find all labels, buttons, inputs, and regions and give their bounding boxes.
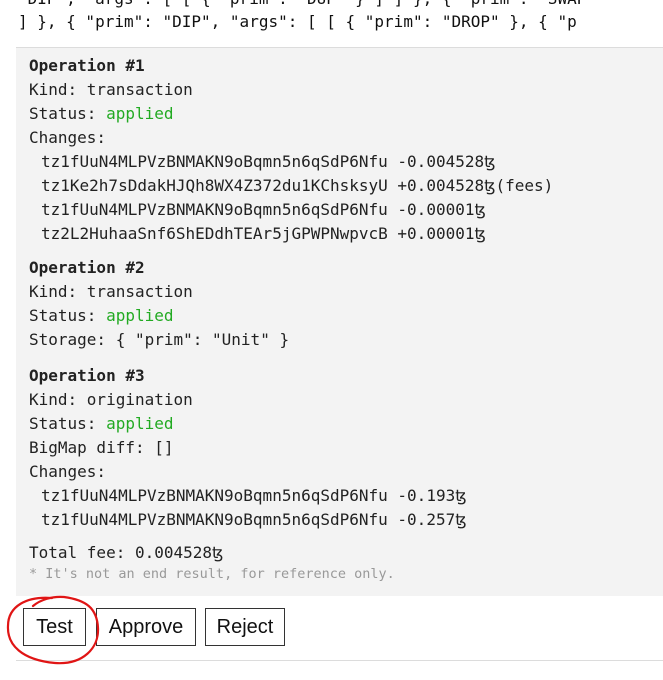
operations-panel: Operation #1 Kind: transaction Status: a… — [16, 47, 663, 596]
storage-value: Storage: { "prim": "Unit" } — [29, 330, 290, 349]
operation-2: Operation #2 Kind: transaction Status: a… — [29, 256, 289, 352]
status-value: applied — [106, 414, 174, 433]
total-fee: Total fee: 0.004528ꜩ — [29, 543, 224, 562]
operation-kind: Kind: transaction — [29, 80, 193, 99]
operation-title: Operation #3 — [29, 366, 145, 385]
status-value: applied — [106, 104, 174, 123]
balance-change: tz1Ke2h7sDdakHJQh8WX4Z372du1KChsksyU +0.… — [41, 176, 554, 195]
operation-title: Operation #1 — [29, 56, 145, 75]
status-value: applied — [106, 306, 174, 325]
approve-button[interactable]: Approve — [96, 608, 196, 646]
status-label: Status: — [29, 104, 107, 123]
operation-kind: Kind: origination — [29, 390, 193, 409]
status-label: Status: — [29, 414, 107, 433]
changes-label: Changes: — [29, 462, 107, 481]
balance-change: tz1fUuN4MLPVzBNMAKN9oBqmn5n6qSdP6Nfu -0.… — [41, 152, 496, 171]
reject-button[interactable]: Reject — [205, 608, 285, 646]
status-label: Status: — [29, 306, 107, 325]
operation-1: Operation #1 Kind: transaction Status: a… — [29, 54, 553, 246]
balance-change: tz2L2HuhaaSnf6ShEDdhTEAr5jGPWPNwpvcB +0.… — [41, 224, 486, 243]
code-line: "DIP", "args": [ [ { "prim": "DUP" } ] ]… — [18, 0, 596, 9]
bigmap-diff: BigMap diff: [] — [29, 438, 174, 457]
test-button[interactable]: Test — [23, 608, 86, 646]
bottom-divider — [16, 660, 663, 661]
code-preview: "DIP", "args": [ [ { "prim": "DUP" } ] ]… — [18, 0, 663, 36]
changes-label: Changes: — [29, 128, 107, 147]
operation-kind: Kind: transaction — [29, 282, 193, 301]
operation-3: Operation #3 Kind: origination Status: a… — [29, 364, 467, 532]
operation-title: Operation #2 — [29, 258, 145, 277]
balance-change: tz1fUuN4MLPVzBNMAKN9oBqmn5n6qSdP6Nfu -0.… — [41, 486, 467, 505]
balance-change: tz1fUuN4MLPVzBNMAKN9oBqmn5n6qSdP6Nfu -0.… — [41, 510, 467, 529]
operation-status: Status: applied — [29, 412, 467, 436]
operation-status: Status: applied — [29, 304, 289, 328]
operation-status: Status: applied — [29, 102, 553, 126]
balance-change: tz1fUuN4MLPVzBNMAKN9oBqmn5n6qSdP6Nfu -0.… — [41, 200, 486, 219]
reference-note: * It's not an end result, for reference … — [29, 566, 395, 582]
code-line: ] }, { "prim": "DIP", "args": [ [ { "pri… — [18, 12, 577, 31]
